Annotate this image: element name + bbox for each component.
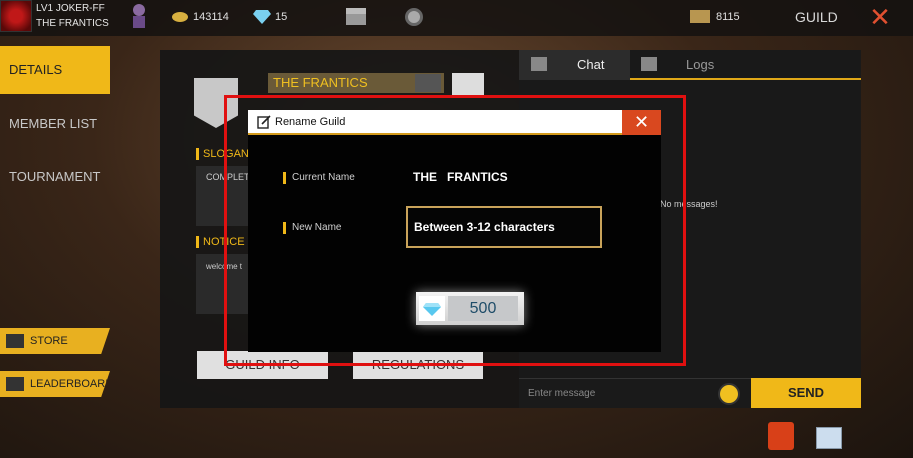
close-icon[interactable]: ✕	[862, 4, 898, 32]
emoji-icon[interactable]	[718, 383, 740, 405]
player-avatar[interactable]	[0, 0, 32, 32]
gold-amount: 143114	[193, 11, 229, 23]
player-guild-name: THE FRANTICS	[36, 18, 109, 29]
chest-icon[interactable]	[345, 6, 367, 26]
store-icon	[6, 334, 24, 348]
edit-name-button[interactable]	[415, 74, 441, 92]
guild-currency-amount: 8115	[716, 11, 740, 23]
rank-badge-icon	[133, 4, 145, 28]
gold-coin-icon	[172, 12, 188, 22]
tab-logs[interactable]: Logs	[630, 50, 861, 80]
logs-icon	[641, 57, 657, 71]
chat-bubble-icon	[531, 57, 547, 71]
settings-wheel-icon[interactable]	[405, 8, 423, 26]
diamond-amount: 15	[275, 11, 288, 23]
send-button[interactable]: SEND	[751, 378, 861, 408]
diamond-icon	[253, 10, 271, 24]
calendar-icon[interactable]	[816, 427, 842, 449]
trophy-icon	[6, 377, 24, 391]
page-title: GUILD	[795, 9, 838, 25]
sidebar-item-member-list[interactable]: MEMBER LIST	[0, 100, 110, 148]
chat-message-input[interactable]: Enter message	[519, 378, 751, 408]
share-icon[interactable]	[452, 73, 484, 95]
guild-currency-icon	[690, 10, 710, 23]
highlight-box	[224, 95, 686, 366]
gift-icon[interactable]	[768, 422, 794, 450]
player-name: LV1 JOKER-FF	[36, 3, 105, 14]
sidebar-item-tournament[interactable]: TOURNAMENT	[0, 153, 110, 201]
sidebar-item-details[interactable]: DETAILS	[0, 46, 110, 94]
